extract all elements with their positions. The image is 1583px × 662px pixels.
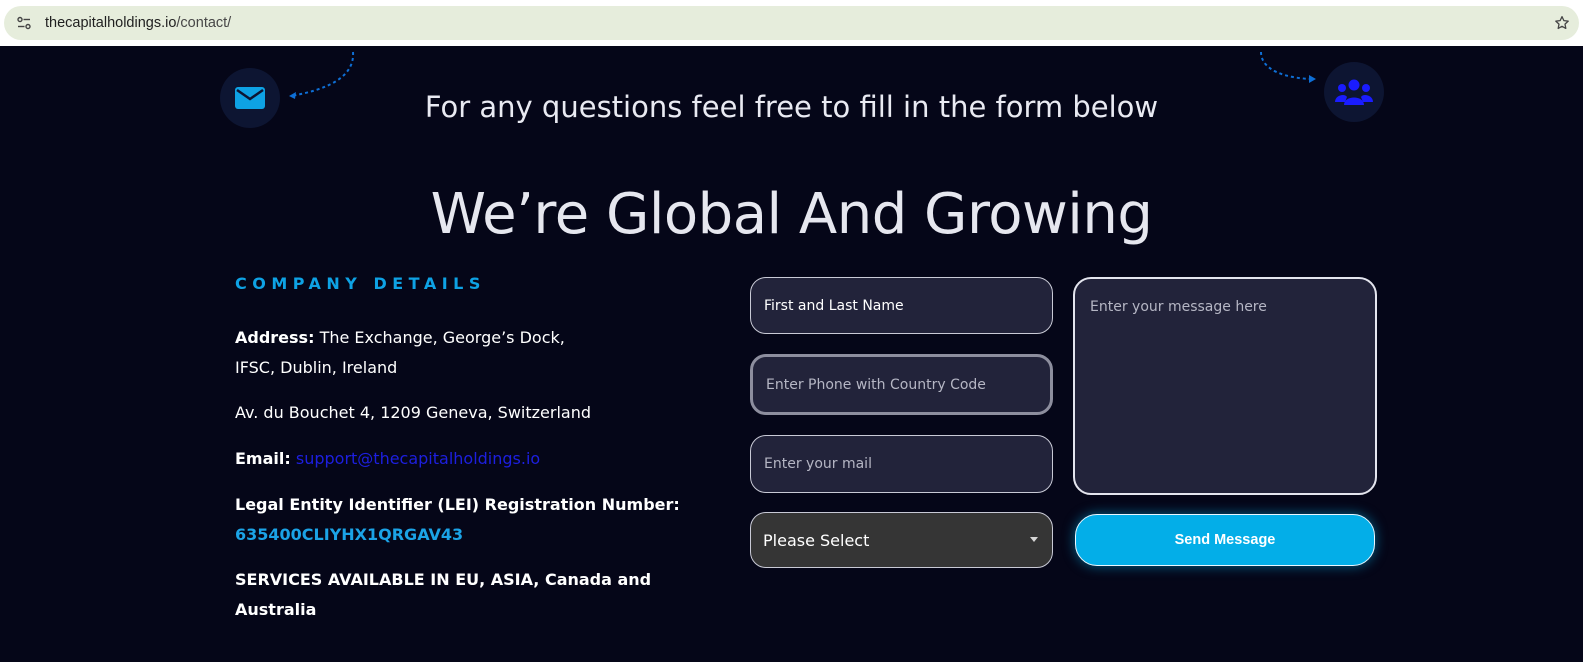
address-label: Address: bbox=[235, 328, 315, 347]
services-line-1: SERVICES AVAILABLE IN EU, ASIA, Canada a… bbox=[235, 570, 652, 589]
send-message-button[interactable]: Send Message bbox=[1075, 514, 1375, 566]
browser-toolbar: thecapitalholdings.io/contact/ bbox=[0, 0, 1583, 46]
geneva-address: Av. du Bouchet 4, 1209 Geneva, Switzerla… bbox=[235, 403, 591, 422]
site-info-icon[interactable] bbox=[16, 15, 32, 31]
page-heading: We’re Global And Growing bbox=[430, 182, 1153, 247]
caret-down-icon bbox=[1030, 537, 1038, 542]
email-input[interactable] bbox=[750, 435, 1053, 493]
name-input[interactable] bbox=[750, 277, 1053, 334]
email-label: Email: bbox=[235, 449, 291, 468]
address-bar[interactable]: thecapitalholdings.io/contact/ bbox=[4, 6, 1579, 40]
address-value: The Exchange, George’s Dock, bbox=[314, 328, 565, 347]
contact-page: For any questions feel free to fill in t… bbox=[0, 46, 1583, 662]
url-path: /contact/ bbox=[176, 15, 232, 31]
dashed-arrow-right bbox=[1260, 51, 1316, 83]
select-value: Please Select bbox=[763, 530, 870, 550]
country-select[interactable]: Please Select bbox=[750, 512, 1053, 568]
support-email-link[interactable]: support@thecapitalholdings.io bbox=[296, 449, 540, 468]
services-line-2: Australia bbox=[235, 600, 317, 619]
email-line: Email: support@thecapitalholdings.io bbox=[235, 444, 695, 474]
bookmark-star-icon[interactable] bbox=[1553, 14, 1571, 32]
message-textarea[interactable] bbox=[1073, 277, 1377, 495]
lei-number: 635400CLIYHX1QRGAV43 bbox=[235, 525, 464, 544]
phone-input[interactable] bbox=[750, 354, 1053, 415]
url-text[interactable]: thecapitalholdings.io/contact/ bbox=[45, 14, 231, 32]
company-details-title: COMPANY DETAILS bbox=[235, 274, 486, 293]
company-details: COMPANY DETAILS Address: The Exchange, G… bbox=[235, 274, 695, 625]
lei-label: Legal Entity Identifier (LEI) Registrati… bbox=[235, 495, 680, 514]
address-line-2: IFSC, Dublin, Ireland bbox=[235, 358, 398, 377]
address-line-1: Address: The Exchange, George’s Dock, bbox=[235, 323, 695, 353]
form-intro-text: For any questions feel free to fill in t… bbox=[424, 90, 1159, 124]
url-domain: thecapitalholdings.io bbox=[45, 15, 177, 31]
